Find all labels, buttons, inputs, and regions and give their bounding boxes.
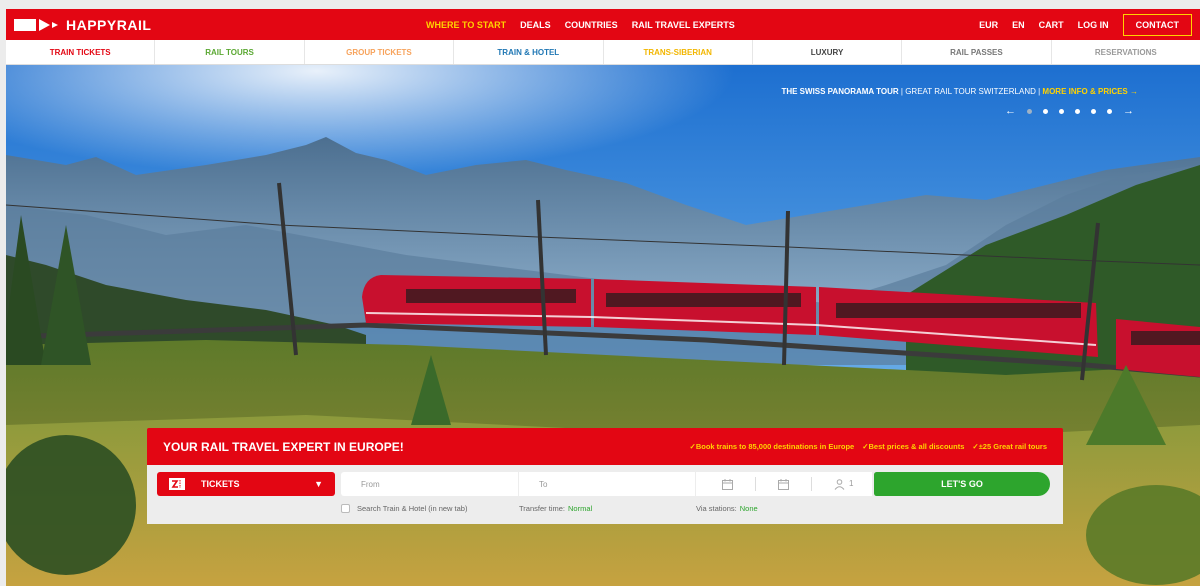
train-hotel-checkbox[interactable] <box>341 504 350 513</box>
logo-text: HAPPYRAIL <box>66 16 152 33</box>
usp-item: Book trains to 85,000 destinations in Eu… <box>690 442 854 451</box>
booking-widget: YOUR RAIL TRAVEL EXPERT IN EUROPE! Book … <box>147 428 1063 524</box>
carousel-dot[interactable] <box>1075 108 1080 114</box>
via-stations-option[interactable]: Via stations: None <box>696 504 758 513</box>
slide-caption-title: THE SWISS PANORAMA TOUR <box>781 87 899 96</box>
booking-form: TICKETS ▼ From To 1 LET'S GO Search Trai… <box>147 465 1063 524</box>
via-stations-value[interactable]: None <box>740 504 758 513</box>
page: HAPPYRAIL WHERE TO START DEALS COUNTRIES… <box>0 0 1200 586</box>
tab-group-tickets[interactable]: GROUP TICKETS <box>305 40 455 64</box>
train-hotel-label: Search Train & Hotel (in new tab) <box>357 504 468 513</box>
ticket-type-value: TICKETS <box>201 479 240 489</box>
carousel-dot[interactable] <box>1027 108 1032 114</box>
category-nav: TRAIN TICKETS RAIL TOURS GROUP TICKETS T… <box>6 40 1200 65</box>
transfer-time-label: Transfer time: <box>519 504 565 513</box>
booking-header: YOUR RAIL TRAVEL EXPERT IN EUROPE! Book … <box>147 428 1063 465</box>
nav-deals[interactable]: DEALS <box>520 20 551 30</box>
slide-caption-subtitle: GREAT RAIL TOUR SWITZERLAND <box>905 87 1036 96</box>
carousel-dot[interactable] <box>1043 108 1048 114</box>
ticket-type-dropdown[interactable]: TICKETS ▼ <box>157 472 335 496</box>
train-logo-icon <box>14 17 60 33</box>
divider <box>811 477 812 491</box>
caption-divider-2: | <box>1038 87 1041 96</box>
next-arrow-icon[interactable]: → <box>1123 105 1134 117</box>
caption-divider: | <box>900 87 903 96</box>
logo[interactable]: HAPPYRAIL <box>14 17 151 33</box>
train-hotel-option[interactable]: Search Train & Hotel (in new tab) <box>341 504 467 513</box>
cart-link[interactable]: CART <box>1039 20 1064 30</box>
language-selector[interactable]: EN <box>1012 20 1025 30</box>
carousel-dot[interactable] <box>1107 108 1112 114</box>
from-input[interactable]: From <box>341 472 518 496</box>
booking-title: YOUR RAIL TRAVEL EXPERT IN EUROPE! <box>163 439 404 454</box>
from-placeholder: From <box>361 479 380 489</box>
dates-passengers-group: 1 <box>696 472 872 496</box>
slide-caption[interactable]: THE SWISS PANORAMA TOUR | GREAT RAIL TOU… <box>781 87 1138 96</box>
arrow-right-icon: → <box>1130 87 1138 96</box>
top-header-bar: HAPPYRAIL WHERE TO START DEALS COUNTRIES… <box>6 9 1200 40</box>
tab-luxury[interactable]: LUXURY <box>753 40 903 64</box>
passenger-count: 1 <box>849 478 854 488</box>
via-stations-label: Via stations: <box>696 504 737 513</box>
more-info-label: MORE INFO & PRICES <box>1042 87 1128 96</box>
main-nav: WHERE TO START DEALS COUNTRIES RAIL TRAV… <box>426 9 735 40</box>
transfer-time-value[interactable]: Normal <box>568 504 592 513</box>
caret-down-icon: ▼ <box>314 479 323 489</box>
return-calendar-icon[interactable] <box>778 478 789 490</box>
person-icon <box>834 478 845 490</box>
passenger-selector[interactable]: 1 <box>834 479 853 490</box>
tab-rail-passes[interactable]: RAIL PASSES <box>902 40 1052 64</box>
divider <box>755 477 756 491</box>
tab-train-hotel[interactable]: TRAIN & HOTEL <box>454 40 604 64</box>
calendar-icon[interactable] <box>722 478 733 490</box>
ticket-icon <box>169 478 185 490</box>
carousel-dot[interactable] <box>1059 108 1064 114</box>
usp-item: Best prices & all discounts <box>862 442 965 451</box>
to-input[interactable]: To <box>519 472 695 496</box>
login-link[interactable]: LOG IN <box>1078 20 1109 30</box>
carousel-dot[interactable] <box>1091 108 1096 114</box>
currency-selector[interactable]: EUR <box>979 20 998 30</box>
nav-countries[interactable]: COUNTRIES <box>565 20 618 30</box>
to-placeholder: To <box>539 479 548 489</box>
usp-item: ±25 Great rail tours <box>972 442 1047 451</box>
tab-rail-tours[interactable]: RAIL TOURS <box>155 40 305 64</box>
contact-button[interactable]: CONTACT <box>1122 13 1192 36</box>
header-actions: EUR EN CART LOG IN CONTACT <box>979 9 1192 40</box>
prev-arrow-icon[interactable]: ← <box>1005 105 1016 117</box>
transfer-time-option[interactable]: Transfer time: Normal <box>519 504 592 513</box>
carousel-controls: ← → <box>1005 105 1134 117</box>
tab-train-tickets[interactable]: TRAIN TICKETS <box>6 40 156 64</box>
nav-where-to-start[interactable]: WHERE TO START <box>426 20 506 30</box>
tab-trans-siberian[interactable]: TRANS-SIBERIAN <box>604 40 753 64</box>
more-info-link[interactable]: MORE INFO & PRICES → <box>1042 87 1138 96</box>
lets-go-button[interactable]: LET'S GO <box>874 472 1050 496</box>
usp-list: Book trains to 85,000 destinations in Eu… <box>690 442 1047 451</box>
nav-rail-travel-experts[interactable]: RAIL TRAVEL EXPERTS <box>632 20 735 30</box>
tab-reservations[interactable]: RESERVATIONS <box>1052 40 1200 64</box>
